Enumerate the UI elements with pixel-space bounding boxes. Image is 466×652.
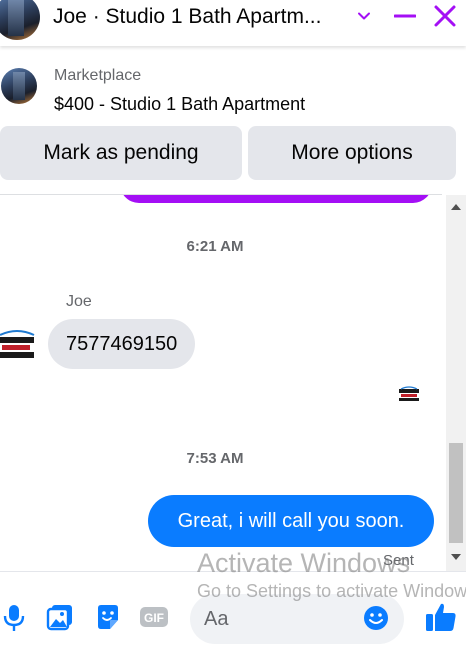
emoji-icon[interactable] (363, 605, 389, 631)
mark-as-pending-button[interactable]: Mark as pending (0, 126, 242, 180)
timestamp: 7:53 AM (186, 450, 244, 467)
scrollbar[interactable] (446, 195, 466, 571)
chat-header: Joe · Studio 1 Bath Apartm... (0, 0, 466, 46)
svg-text:GIF: GIF (144, 611, 164, 625)
read-receipt-avatar (399, 386, 419, 401)
photo-icon[interactable] (46, 602, 74, 632)
listing-kind: Marketplace (54, 67, 142, 84)
sent-message[interactable]: Great, i will call you soon. (148, 495, 434, 547)
scroll-up-arrow-icon[interactable] (451, 204, 461, 210)
thumbs-up-icon[interactable] (424, 600, 458, 634)
more-options-button[interactable]: More options (248, 126, 456, 180)
timestamp: 6:21 AM (186, 238, 244, 255)
scrollbar-thumb[interactable] (449, 443, 463, 543)
scroll-down-arrow-icon[interactable] (451, 554, 461, 560)
sticker-icon[interactable] (94, 602, 122, 632)
close-icon[interactable] (433, 4, 457, 28)
listing-title: $400 - Studio 1 Bath Apartment (54, 94, 306, 114)
message-composer: GIF (0, 571, 466, 652)
conversation-title[interactable]: Joe · Studio 1 Bath Apartm... (53, 5, 348, 29)
chevron-down-icon[interactable] (356, 8, 372, 24)
listing-thumbnail (1, 68, 37, 104)
received-message[interactable]: 7577469150 (48, 319, 196, 369)
message-thread: 6:21 AM Joe 7577469150 7:53 AM Great, i … (0, 195, 446, 571)
sender-avatar[interactable] (0, 325, 40, 365)
message-status: Sent (383, 552, 414, 569)
gif-icon[interactable]: GIF (140, 602, 168, 632)
marketplace-listing[interactable]: Marketplace $400 - Studio 1 Bath Apartme… (0, 62, 466, 120)
sender-name: Joe (66, 293, 92, 310)
previous-message-bubble (120, 195, 432, 203)
minimize-icon[interactable] (394, 6, 416, 26)
microphone-icon[interactable] (0, 602, 28, 632)
conversation-avatar[interactable] (0, 0, 40, 40)
